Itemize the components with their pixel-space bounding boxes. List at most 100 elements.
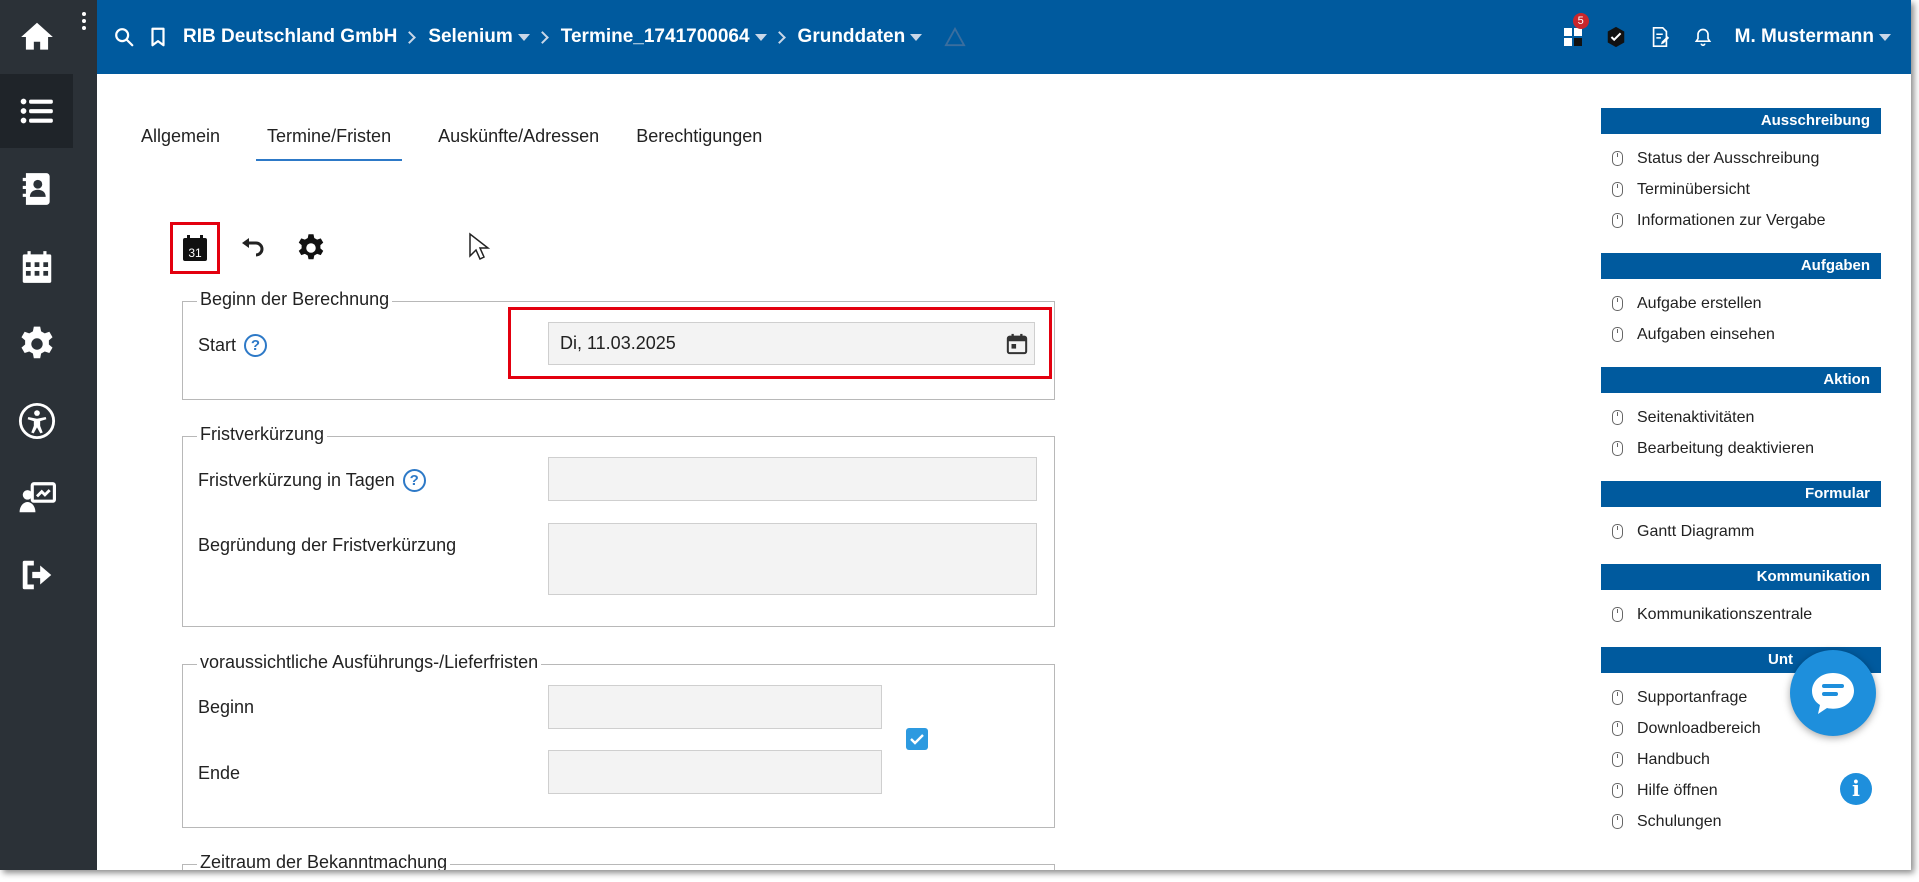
sidebar-item-label: Informationen zur Vergabe bbox=[1637, 212, 1826, 229]
sidebar-item-terminuebersicht[interactable]: Terminübersicht bbox=[1601, 174, 1881, 205]
help-icon[interactable]: ? bbox=[402, 468, 426, 492]
sidebar-item-aufgabe-erstellen[interactable]: Aufgabe erstellen bbox=[1601, 288, 1881, 319]
settings-button[interactable] bbox=[293, 230, 329, 266]
calendar-31-icon: 31 bbox=[183, 235, 207, 261]
mouse-cursor-icon bbox=[468, 232, 491, 267]
undo-button[interactable] bbox=[237, 232, 269, 264]
list-icon[interactable] bbox=[0, 74, 73, 148]
calendar-day: 31 bbox=[188, 246, 202, 260]
tasks-icon[interactable]: 5 bbox=[1563, 13, 1589, 48]
breadcrumb-org[interactable]: RIB Deutschland GmbH bbox=[183, 26, 397, 48]
mouse-icon bbox=[1612, 327, 1623, 342]
chevron-right-icon bbox=[403, 30, 417, 44]
calendar-icon[interactable] bbox=[0, 230, 73, 304]
sidebar-item-label: Bearbeitung deaktivieren bbox=[1637, 440, 1815, 457]
mouse-icon bbox=[1612, 213, 1623, 228]
sidebar-item-aufgaben-einsehen[interactable]: Aufgaben einsehen bbox=[1601, 319, 1881, 350]
mouse-icon bbox=[1612, 607, 1623, 622]
home-icon[interactable] bbox=[0, 0, 73, 74]
chevron-down-icon bbox=[754, 33, 767, 41]
ausfuehrung-checkbox[interactable] bbox=[906, 728, 928, 750]
sidebar-item-label: Schulungen bbox=[1637, 813, 1722, 830]
begruendung-label: Begründung der Fristverkürzung bbox=[198, 534, 457, 555]
sidebar-item-bearbeitung-deaktivieren[interactable]: Bearbeitung deaktivieren bbox=[1601, 433, 1881, 464]
fristverkuerzung-tage-input[interactable] bbox=[548, 457, 1037, 501]
sidebar-item-seitenaktivitaeten[interactable]: Seitenaktivitäten bbox=[1601, 402, 1881, 433]
sidebar-item-gantt-diagramm[interactable]: Gantt Diagramm bbox=[1601, 516, 1881, 547]
sidebar-item-label: Supportanfrage bbox=[1637, 689, 1748, 706]
undo-icon bbox=[242, 238, 264, 257]
document-edit-icon[interactable] bbox=[1649, 26, 1671, 48]
sidebar-item-informationen-vergabe[interactable]: Informationen zur Vergabe bbox=[1601, 205, 1881, 236]
sidebar-item-label: Handbuch bbox=[1637, 751, 1710, 768]
sidebar-group-title: Ausschreibung bbox=[1601, 108, 1881, 134]
bookmark-icon[interactable] bbox=[147, 26, 169, 48]
tab-termine-fristen[interactable]: Termine/Fristen bbox=[256, 122, 403, 161]
sidebar-group-title: Formular bbox=[1601, 481, 1881, 507]
ende-input[interactable] bbox=[548, 750, 882, 794]
fieldset-legend: Zeitraum der Bekanntmachung bbox=[197, 852, 451, 870]
ende-label: Ende bbox=[198, 762, 241, 783]
contacts-icon[interactable] bbox=[0, 152, 73, 226]
mouse-icon bbox=[1612, 721, 1623, 736]
beginn-input[interactable] bbox=[548, 685, 882, 729]
warning-icon bbox=[944, 27, 966, 47]
settings-badge-icon[interactable] bbox=[1605, 26, 1627, 48]
check-icon bbox=[910, 734, 924, 745]
breadcrumb-project[interactable]: Selenium bbox=[428, 26, 530, 48]
fieldset-legend: Beginn der Berechnung bbox=[197, 289, 393, 310]
presentation-icon[interactable] bbox=[0, 461, 73, 535]
chevron-down-icon bbox=[910, 33, 923, 41]
mouse-icon bbox=[1612, 752, 1623, 767]
info-icon[interactable]: i bbox=[1840, 773, 1872, 805]
fieldset-legend: Fristverkürzung bbox=[197, 424, 328, 445]
fristverkuerzung-tage-label-text: Fristverkürzung in Tagen bbox=[198, 469, 395, 490]
calendar-calculate-button[interactable]: 31 bbox=[170, 222, 220, 274]
sidebar-group-title: Aufgaben bbox=[1601, 253, 1881, 279]
mouse-icon bbox=[1612, 690, 1623, 705]
fristverkuerzung-tage-label: Fristverkürzung in Tagen ? bbox=[198, 467, 426, 493]
user-menu[interactable]: M. Mustermann bbox=[1735, 26, 1891, 48]
tab-auskuenfte-adressen[interactable]: Auskünfte/Adressen bbox=[437, 122, 600, 161]
tab-allgemein[interactable]: Allgemein bbox=[140, 122, 221, 161]
header-bar: RIB Deutschland GmbH Selenium Termine_17… bbox=[97, 0, 1911, 74]
accessibility-icon[interactable] bbox=[0, 384, 73, 458]
breadcrumb-entity[interactable]: Termine_1741700064 bbox=[561, 26, 767, 48]
search-icon[interactable] bbox=[113, 26, 135, 48]
gear-icon[interactable] bbox=[0, 307, 73, 381]
help-icon[interactable]: ? bbox=[244, 333, 268, 357]
chevron-right-icon bbox=[535, 30, 549, 44]
more-vertical-icon[interactable] bbox=[82, 12, 88, 36]
sidebar-item-hilfe-oeffnen[interactable]: Hilfe öffnen bbox=[1601, 775, 1881, 806]
start-date-input[interactable]: Di, 11.03.2025 bbox=[548, 322, 1035, 365]
mouse-icon bbox=[1612, 524, 1623, 539]
app-window: RIB Deutschland GmbH Selenium Termine_17… bbox=[0, 0, 1911, 870]
begruendung-textarea[interactable] bbox=[548, 523, 1037, 595]
tab-bar: Allgemein Termine/Fristen Auskünfte/Adre… bbox=[140, 122, 798, 161]
sidebar-item-label: Seitenaktivitäten bbox=[1637, 409, 1755, 426]
sidebar-item-label: Kommunikationszentrale bbox=[1637, 606, 1813, 623]
chevron-down-icon bbox=[1879, 33, 1891, 41]
chevron-right-icon bbox=[772, 30, 786, 44]
gear-icon bbox=[298, 234, 324, 260]
chat-button[interactable] bbox=[1790, 650, 1876, 736]
sidebar-group-title: Kommunikation bbox=[1601, 564, 1881, 590]
sidebar-item-status-ausschreibung[interactable]: Status der Ausschreibung bbox=[1601, 143, 1881, 174]
tab-berechtigungen[interactable]: Berechtigungen bbox=[635, 122, 763, 161]
sidebar-item-schulungen[interactable]: Schulungen bbox=[1601, 806, 1881, 837]
mouse-icon bbox=[1612, 783, 1623, 798]
logout-icon[interactable] bbox=[0, 538, 73, 612]
start-label-text: Start bbox=[198, 334, 237, 355]
mouse-icon bbox=[1612, 441, 1623, 456]
bell-icon[interactable] bbox=[1693, 26, 1713, 48]
start-date-value: Di, 11.03.2025 bbox=[560, 333, 676, 353]
mouse-icon bbox=[1612, 182, 1623, 197]
sidebar-item-label: Aufgaben einsehen bbox=[1637, 326, 1775, 343]
sidebar-item-kommunikationszentrale[interactable]: Kommunikationszentrale bbox=[1601, 599, 1881, 630]
chevron-down-icon bbox=[517, 33, 530, 41]
mouse-icon bbox=[1612, 814, 1623, 829]
breadcrumb-section[interactable]: Grunddaten bbox=[798, 26, 923, 48]
fieldset-legend: voraussichtliche Ausführungs-/Lieferfris… bbox=[197, 652, 542, 673]
sidebar-item-handbuch[interactable]: Handbuch bbox=[1601, 744, 1881, 775]
calendar-picker-icon[interactable] bbox=[1006, 333, 1028, 355]
